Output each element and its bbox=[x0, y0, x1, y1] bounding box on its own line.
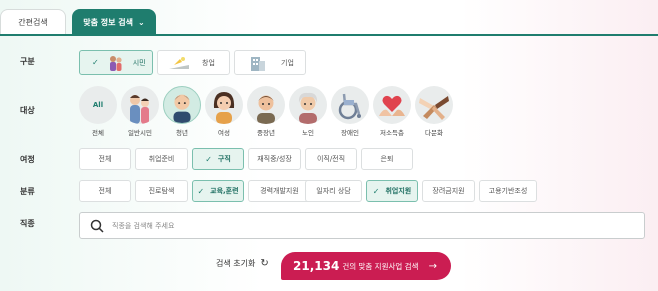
building-illustration bbox=[247, 54, 269, 72]
target-all[interactable]: All 전체 bbox=[79, 86, 117, 137]
class-career-explore[interactable]: 진로탐색 bbox=[135, 180, 188, 202]
journey-job-seeking-label: 구직 bbox=[217, 155, 231, 163]
target-woman[interactable]: 여성 bbox=[205, 86, 243, 137]
family-avatar bbox=[121, 86, 159, 124]
reset-label: 검색 초기화 bbox=[216, 259, 256, 268]
journey-employed[interactable]: 재직중/성장 bbox=[248, 148, 301, 170]
target-general-citizen[interactable]: 일반시민 bbox=[121, 86, 159, 137]
startup-illustration bbox=[168, 54, 190, 72]
journey-job-seeking[interactable]: ✓ 구직 bbox=[192, 148, 244, 170]
search-tabs: 간편검색 맞춤 정보 검색 ⌄ bbox=[0, 0, 658, 34]
tab-custom-label: 맞춤 정보 검색 bbox=[83, 17, 134, 27]
target-youth[interactable]: 청년 bbox=[163, 86, 201, 137]
label-classification: 분류 bbox=[20, 187, 35, 196]
check-icon: ✓ bbox=[92, 58, 99, 67]
class-job-consult[interactable]: 일자리 상담 bbox=[305, 180, 362, 202]
journey-all-label: 전체 bbox=[98, 155, 112, 163]
class-career-dev-label: 경력개발지원 bbox=[260, 187, 299, 195]
target-all-circle: All bbox=[79, 86, 117, 124]
label-category: 구분 bbox=[20, 57, 35, 66]
class-employment-support[interactable]: ✓ 취업지원 bbox=[366, 180, 418, 202]
check-icon: ✓ bbox=[197, 186, 205, 196]
class-career-explore-label: 진로탐색 bbox=[148, 187, 175, 195]
tab-underline bbox=[0, 34, 658, 36]
target-all-text: All bbox=[92, 101, 104, 109]
label-job: 직종 bbox=[20, 219, 35, 228]
journey-all[interactable]: 전체 bbox=[79, 148, 131, 170]
journey-job-prep-label: 취업준비 bbox=[148, 155, 175, 163]
journey-job-change-label: 이직/전직 bbox=[316, 155, 346, 163]
job-search-input[interactable] bbox=[112, 221, 612, 230]
category-startup[interactable]: 창업 bbox=[157, 50, 230, 75]
category-citizen[interactable]: ✓ 시민 bbox=[79, 50, 153, 75]
class-subsidy[interactable]: 장려금지원 bbox=[422, 180, 475, 202]
woman-avatar bbox=[205, 86, 243, 124]
journey-job-change[interactable]: 이직/전직 bbox=[305, 148, 357, 170]
check-icon: ✓ bbox=[372, 186, 380, 196]
search-icon bbox=[90, 219, 104, 233]
refresh-icon: ↻ bbox=[260, 258, 269, 269]
result-count: 21,134 bbox=[293, 259, 340, 273]
class-all[interactable]: 전체 bbox=[79, 180, 131, 202]
arrow-right-icon: → bbox=[428, 260, 437, 272]
tab-simple-search[interactable]: 간편검색 bbox=[0, 9, 66, 34]
target-low-income[interactable]: 저소득층 bbox=[373, 86, 411, 137]
category-startup-label: 창업 bbox=[202, 58, 215, 67]
citizen-illustration bbox=[105, 54, 127, 72]
class-job-consult-label: 일자리 상담 bbox=[316, 187, 351, 195]
journey-employed-label: 재직중/성장 bbox=[257, 155, 292, 163]
reset-button[interactable]: 검색 초기화 ↻ bbox=[216, 258, 269, 269]
category-company-label: 기업 bbox=[281, 58, 294, 67]
tab-custom-search[interactable]: 맞춤 정보 검색 ⌄ bbox=[72, 9, 156, 34]
target-multicultural-label: 다문화 bbox=[425, 129, 443, 137]
target-middle-aged[interactable]: 중장년 bbox=[247, 86, 285, 137]
class-all-label: 전체 bbox=[98, 187, 112, 195]
job-search-box[interactable] bbox=[79, 212, 645, 239]
chevron-down-icon: ⌄ bbox=[138, 17, 145, 27]
wheelchair-icon bbox=[331, 86, 369, 124]
target-disabled[interactable]: 장애인 bbox=[331, 86, 369, 137]
target-elderly[interactable]: 노인 bbox=[289, 86, 327, 137]
youth-avatar bbox=[163, 86, 201, 124]
journey-retirement-label: 은퇴 bbox=[380, 155, 394, 163]
journey-job-prep[interactable]: 취업준비 bbox=[135, 148, 188, 170]
middle-aged-avatar bbox=[247, 86, 285, 124]
class-education-training-label: 교육,훈련 bbox=[210, 187, 239, 195]
elderly-avatar bbox=[289, 86, 327, 124]
target-multicultural[interactable]: 다문화 bbox=[415, 86, 453, 137]
result-text: 건의 맞춤 지원사업 검색 bbox=[342, 261, 419, 271]
check-icon: ✓ bbox=[205, 154, 212, 164]
category-citizen-label: 시민 bbox=[132, 58, 146, 67]
heart-hands-icon bbox=[373, 86, 411, 124]
label-journey: 여정 bbox=[20, 155, 35, 164]
category-company[interactable]: 기업 bbox=[234, 50, 306, 75]
search-submit-button[interactable]: 21,134 건의 맞춤 지원사업 검색 → bbox=[281, 252, 451, 280]
class-subsidy-label: 장려금지원 bbox=[432, 187, 465, 195]
class-education-training[interactable]: ✓ 교육,훈련 bbox=[192, 180, 244, 202]
label-target: 대상 bbox=[20, 106, 35, 115]
tab-simple-label: 간편검색 bbox=[18, 17, 48, 27]
class-employment-support-label: 취업지원 bbox=[385, 187, 412, 195]
class-employment-base-label: 고용기반조성 bbox=[488, 187, 528, 195]
class-employment-base[interactable]: 고용기반조성 bbox=[479, 180, 537, 202]
multicultural-hands-icon bbox=[415, 86, 453, 124]
class-career-dev[interactable]: 경력개발지원 bbox=[248, 180, 311, 202]
journey-retirement[interactable]: 은퇴 bbox=[361, 148, 413, 170]
